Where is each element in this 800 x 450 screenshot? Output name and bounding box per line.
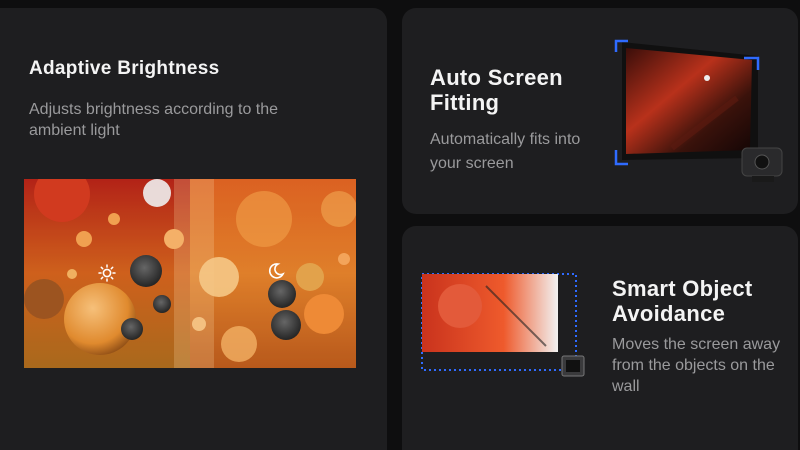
auto-screen-fitting-card: Auto Screen Fitting Automatically fits i… (402, 8, 798, 214)
moon-icon (267, 262, 285, 280)
auto-screen-fitting-title: Auto Screen Fitting (430, 65, 563, 115)
adaptive-brightness-image (24, 179, 356, 368)
adaptive-brightness-card: Adaptive Brightness Adjusts brightness a… (0, 8, 387, 450)
auto-screen-fitting-description: Automatically fits into your screen (430, 131, 581, 172)
smart-object-avoidance-image (416, 266, 596, 386)
smart-object-avoidance-description: Moves the screen away from the objects o… (612, 336, 781, 395)
projector-icon (741, 147, 783, 182)
adaptive-brightness-title: Adaptive Brightness (29, 58, 220, 79)
smart-object-avoidance-card: Smart Object Avoidance Moves the screen … (402, 226, 798, 450)
adaptive-brightness-description: Adjusts brightness according to the ambi… (29, 101, 279, 139)
smart-object-avoidance-title: Smart Object Avoidance (612, 276, 753, 326)
wall-object-icon (561, 355, 585, 377)
sun-icon (98, 264, 116, 282)
auto-screen-fitting-image (612, 38, 798, 198)
